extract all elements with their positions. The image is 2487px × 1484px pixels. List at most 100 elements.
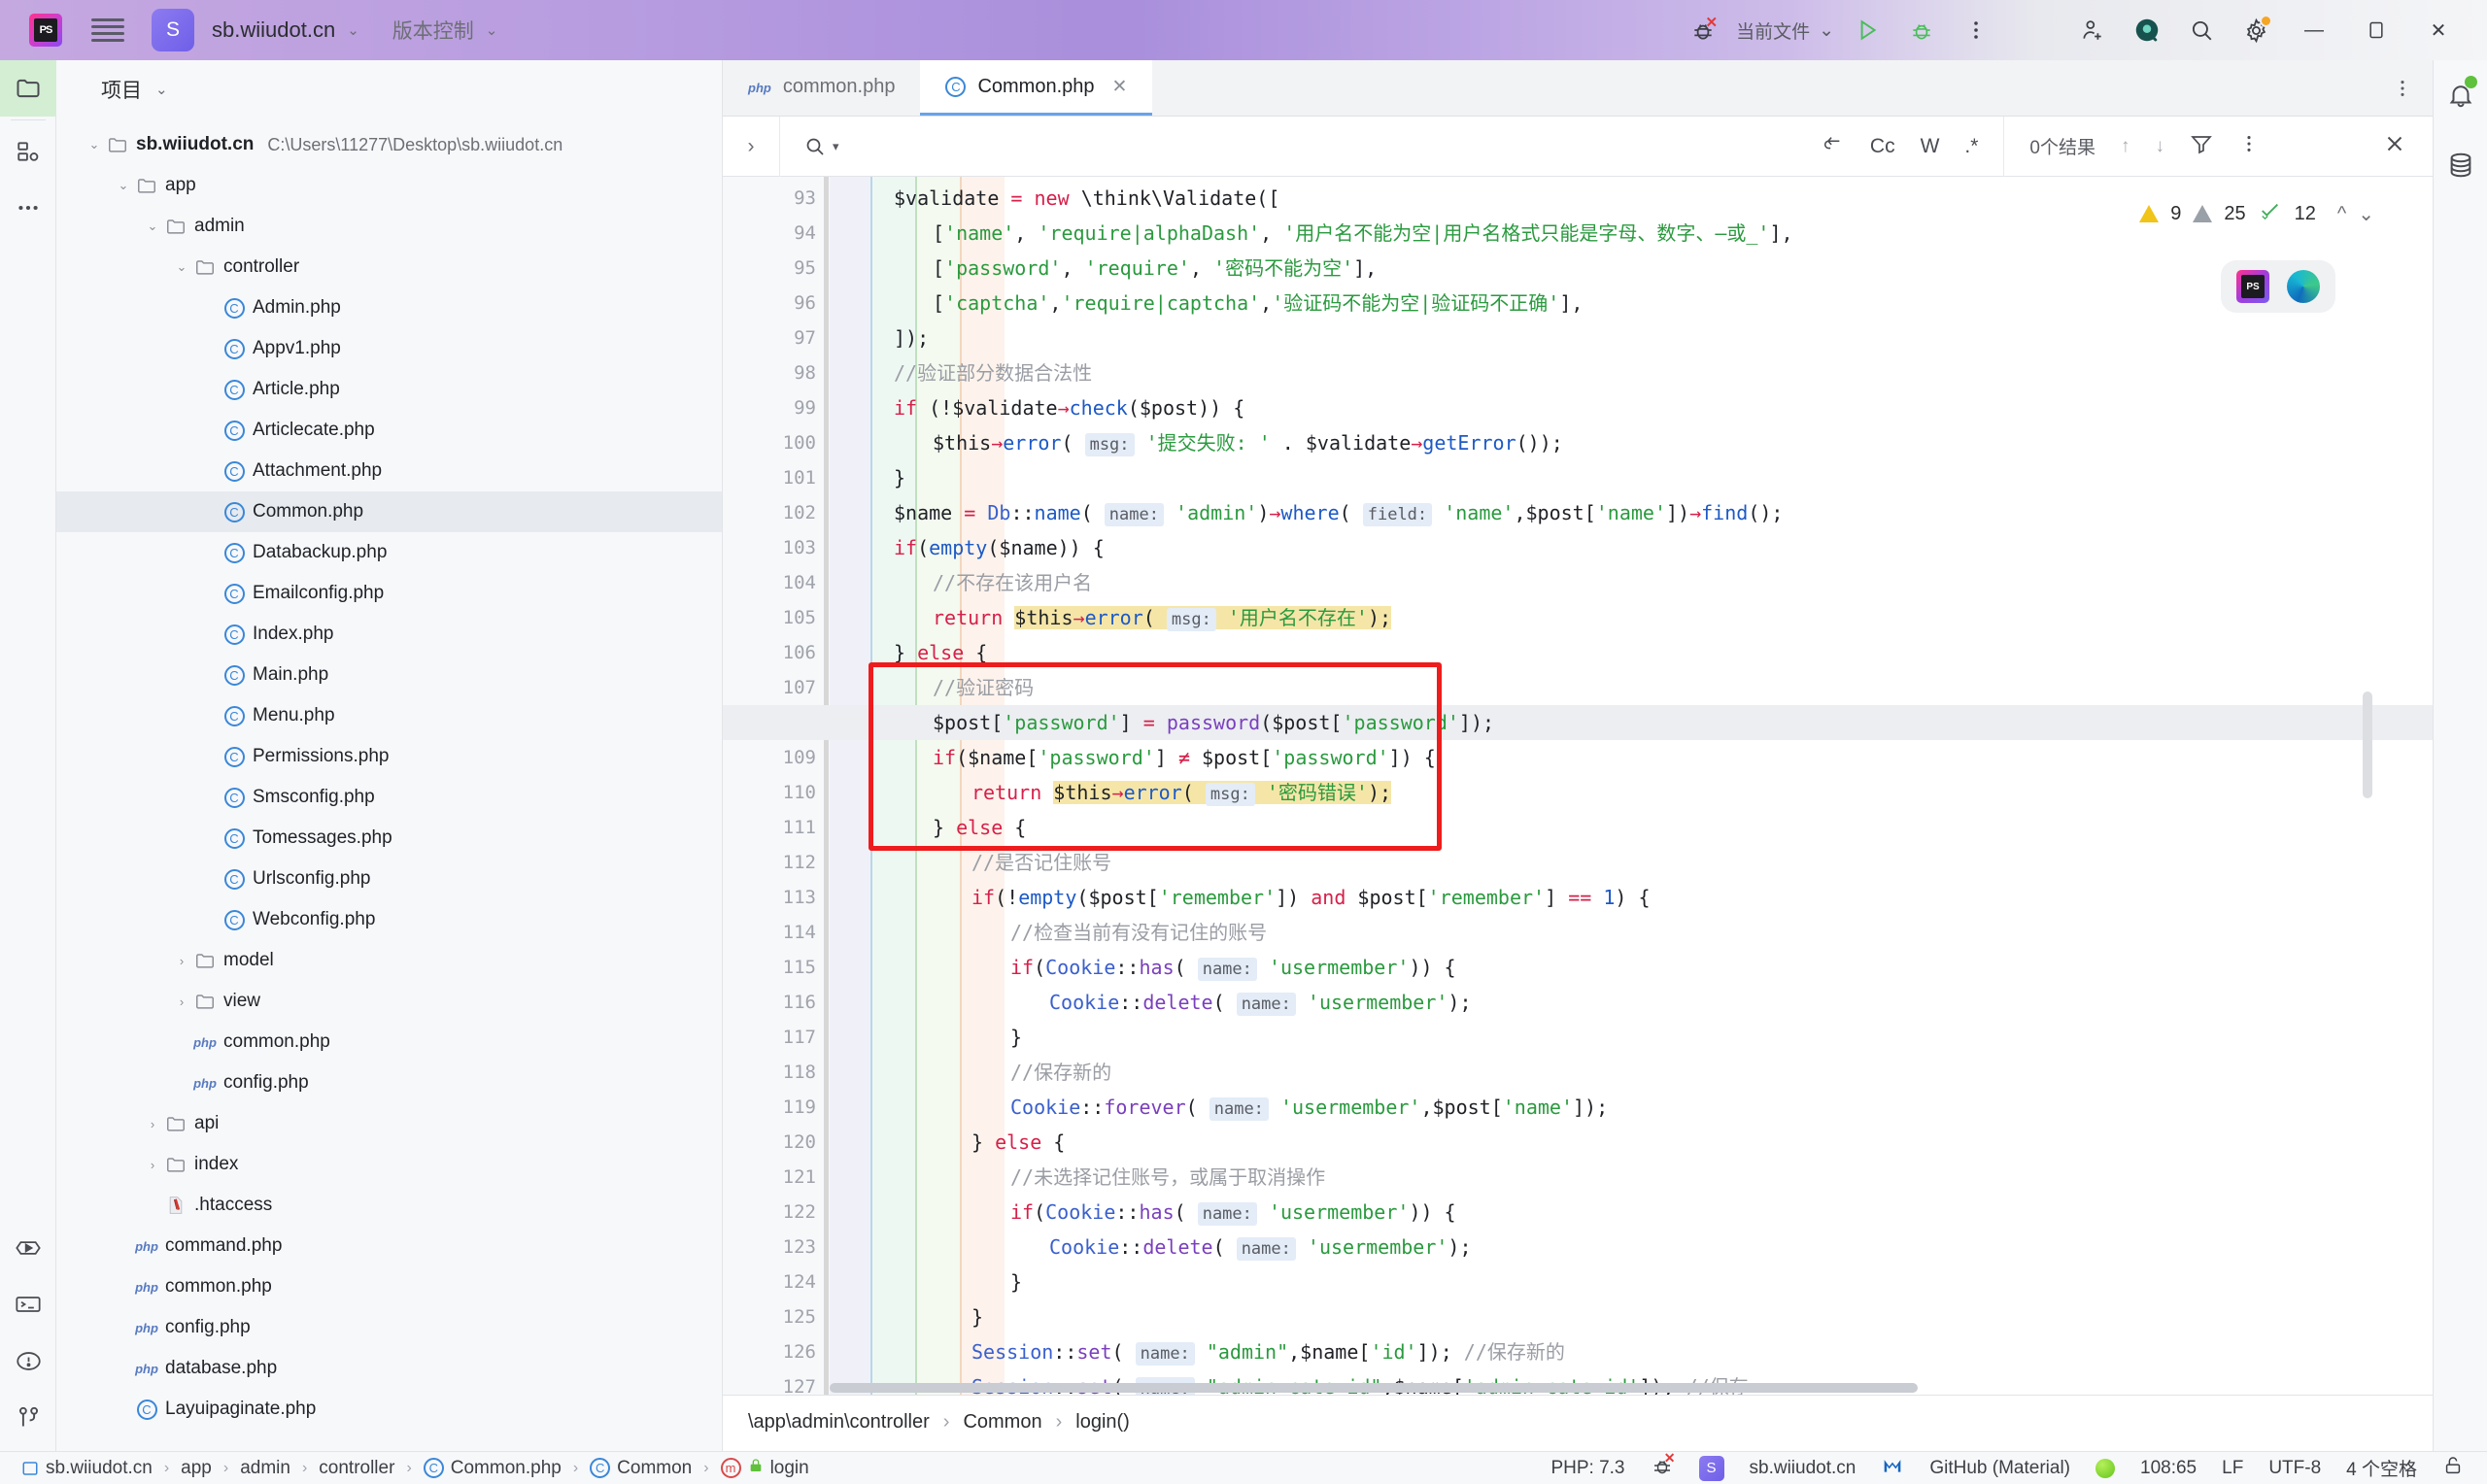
edge-browser-icon[interactable] [2287, 270, 2320, 303]
editor-tab-close-icon[interactable]: ✕ [1112, 76, 1128, 98]
find-expand-icon[interactable]: › [723, 135, 779, 158]
code-line-114[interactable]: //检查当前有没有记住的账号 [1010, 915, 1267, 950]
tree-item-admin[interactable]: ⌄ admin [56, 206, 722, 247]
inspection-widget[interactable]: 9 25 12 ^ ⌄ [2139, 200, 2374, 227]
code-line-98[interactable]: //验证部分数据合法性 [894, 355, 1092, 390]
code-line-103[interactable]: if(empty($name)) { [894, 530, 1105, 565]
tree-item-config-php[interactable]: php config.php [56, 1307, 722, 1348]
twisty-collapsed-icon[interactable]: › [171, 995, 192, 1009]
inspection-prev-icon[interactable]: ^ [2337, 203, 2346, 225]
code-line-119[interactable]: Cookie::forever( name: 'usermember',$pos… [1010, 1090, 1608, 1125]
twisty-expanded-icon[interactable]: ⌄ [171, 259, 192, 275]
tree-item-attachment-php[interactable]: C Attachment.php [56, 451, 722, 491]
tree-item-appv1-php[interactable]: C Appv1.php [56, 328, 722, 369]
caret-position[interactable]: 108:65 [2140, 1458, 2197, 1479]
tree-item-view[interactable]: › view [56, 981, 722, 1022]
breadcrumb-item[interactable]: Common [963, 1411, 1041, 1433]
code-line-109[interactable]: if($name['password'] ≠ $post['password']… [933, 740, 1436, 775]
vertical-scrollbar[interactable] [2363, 691, 2372, 798]
breadcrumb-item[interactable]: \app\admin\controller [748, 1411, 930, 1433]
find-input-wrapper[interactable]: ▾ Cc W .* [779, 116, 2003, 177]
indent-label[interactable]: 4 个空格 [2346, 1455, 2417, 1481]
tree-item-model[interactable]: › model [56, 940, 722, 981]
tree-item-database-php[interactable]: php database.php [56, 1348, 722, 1389]
tree-item-common-php[interactable]: php common.php [56, 1266, 722, 1307]
inspection-next-icon[interactable]: ⌄ [2358, 202, 2374, 226]
code-line-99[interactable]: if (!$validate→check($post)) { [894, 390, 1244, 425]
project-name-label[interactable]: sb.wiiudot.cn [212, 17, 335, 43]
browser-preview-popup[interactable]: PS [2221, 260, 2335, 313]
tree-item-index-php[interactable]: C Index.php [56, 614, 722, 655]
editor-tab-common-php[interactable]: C Common.php ✕ [920, 60, 1153, 116]
debug-icon[interactable] [1894, 3, 1949, 57]
code-editor[interactable]: 93 94 95 96 97 98 99 100 101 102 103 104 105 106 107 10… [723, 177, 2433, 1395]
find-prev-icon[interactable]: ↑ [2121, 136, 2130, 157]
twisty-collapsed-icon[interactable]: › [142, 1117, 163, 1131]
editor-tabs-more-icon[interactable] [2392, 60, 2433, 116]
tree-item-smsconfig-php[interactable]: C Smsconfig.php [56, 777, 722, 818]
code-line-125[interactable]: } [971, 1299, 983, 1334]
find-close-icon[interactable] [2382, 131, 2407, 162]
code-line-108[interactable]: $post['password'] = password($post['pass… [933, 705, 1494, 740]
code-line-111[interactable]: } else { [933, 810, 1026, 845]
tree-item-webconfig-php[interactable]: C Webconfig.php [56, 899, 722, 940]
problems-tool-icon[interactable] [0, 1332, 56, 1389]
run-tool-icon[interactable] [0, 1220, 56, 1276]
tree-item-sb-wiiudot-cn[interactable]: ⌄ sb.wiiudot.cn C:\Users\11277\Desktop\sb.… [56, 124, 722, 165]
more-vertical-icon[interactable] [1949, 3, 2003, 57]
tree-item-index[interactable]: › index [56, 1144, 722, 1185]
tree-item-articlecate-php[interactable]: C Articlecate.php [56, 410, 722, 451]
status-breadcrumb-item[interactable]: app [181, 1458, 212, 1479]
tree-item-permissions-php[interactable]: C Permissions.php [56, 736, 722, 777]
editor-tab-common-php[interactable]: php common.php [723, 60, 920, 116]
run-configuration-selector[interactable]: 当前文件 ⌄ [1730, 17, 1840, 44]
code-lines[interactable]: $validate = new \think\Validate([['name'… [723, 177, 2433, 1395]
tree-item-common-php[interactable]: C Common.php [56, 491, 722, 532]
account-avatar-icon[interactable] [2120, 3, 2174, 57]
code-line-118[interactable]: //保存新的 [1010, 1055, 1111, 1090]
hamburger-menu-icon[interactable] [91, 14, 124, 47]
code-line-123[interactable]: Cookie::delete( name: 'usermember'); [1049, 1230, 1472, 1265]
maximize-icon[interactable] [2345, 0, 2407, 60]
tree-item-admin-php[interactable]: C Admin.php [56, 287, 722, 328]
tree-item-command-php[interactable]: php command.php [56, 1226, 722, 1266]
tree-item-urlsconfig-php[interactable]: C Urlsconfig.php [56, 859, 722, 899]
code-line-126[interactable]: Session::set( name: "admin",$name['id'])… [971, 1334, 1565, 1369]
close-icon[interactable]: ✕ [2407, 0, 2470, 60]
horizontal-scrollbar[interactable] [830, 1383, 1918, 1393]
find-more-icon[interactable] [2238, 133, 2260, 160]
code-line-93[interactable]: $validate = new \think\Validate([ [894, 181, 1279, 216]
find-match-case-button[interactable]: Cc [1870, 135, 1895, 158]
twisty-expanded-icon[interactable]: ⌄ [113, 178, 134, 193]
tree-item-app[interactable]: ⌄ app [56, 165, 722, 206]
code-line-115[interactable]: if(Cookie::has( name: 'usermember')) { [1010, 950, 1456, 985]
find-regex-loop-icon[interactable] [1820, 133, 1845, 160]
tree-item-htaccess[interactable]: .htaccess [56, 1185, 722, 1226]
notifications-bell-icon[interactable] [2434, 60, 2487, 130]
encoding-label[interactable]: UTF-8 [2268, 1458, 2321, 1479]
structure-tool-icon[interactable] [0, 123, 56, 180]
find-regex-button[interactable]: .* [1964, 135, 1978, 158]
breadcrumb-item[interactable]: login() [1075, 1411, 1130, 1433]
project-chevron-down-icon[interactable]: ⌄ [347, 21, 359, 39]
debug-disabled-icon[interactable]: ✕ [1676, 3, 1730, 57]
code-line-124[interactable]: } [1010, 1265, 1022, 1299]
line-separator-label[interactable]: LF [2222, 1458, 2243, 1479]
minimize-icon[interactable]: — [2283, 0, 2345, 60]
find-next-icon[interactable]: ↓ [2156, 136, 2165, 157]
tree-item-article-php[interactable]: C Article.php [56, 369, 722, 410]
project-file-tree[interactable]: ⌄ sb.wiiudot.cn C:\Users\11277\Desktop\sb.… [56, 118, 722, 1430]
code-line-96[interactable]: ['captcha','require|captcha','验证码不能为空|验证… [933, 286, 1583, 320]
code-line-116[interactable]: Cookie::delete( name: 'usermember'); [1049, 985, 1472, 1020]
php-version-label[interactable]: PHP: 7.3 [1550, 1458, 1624, 1479]
twisty-expanded-icon[interactable]: ⌄ [142, 219, 163, 234]
code-line-120[interactable]: } else { [971, 1125, 1065, 1160]
status-breadcrumb-item[interactable]: sb.wiiudot.cn [21, 1458, 153, 1479]
find-filter-icon[interactable] [2190, 132, 2213, 161]
unlocked-icon[interactable] [2442, 1455, 2464, 1482]
settings-gear-icon[interactable] [2229, 3, 2283, 57]
twisty-collapsed-icon[interactable]: › [171, 954, 192, 968]
project-tool-icon[interactable] [0, 60, 56, 117]
code-line-100[interactable]: $this→error( msg: '提交失败: ' . $validate→g… [933, 425, 1563, 460]
more-tools-icon[interactable] [0, 180, 56, 236]
